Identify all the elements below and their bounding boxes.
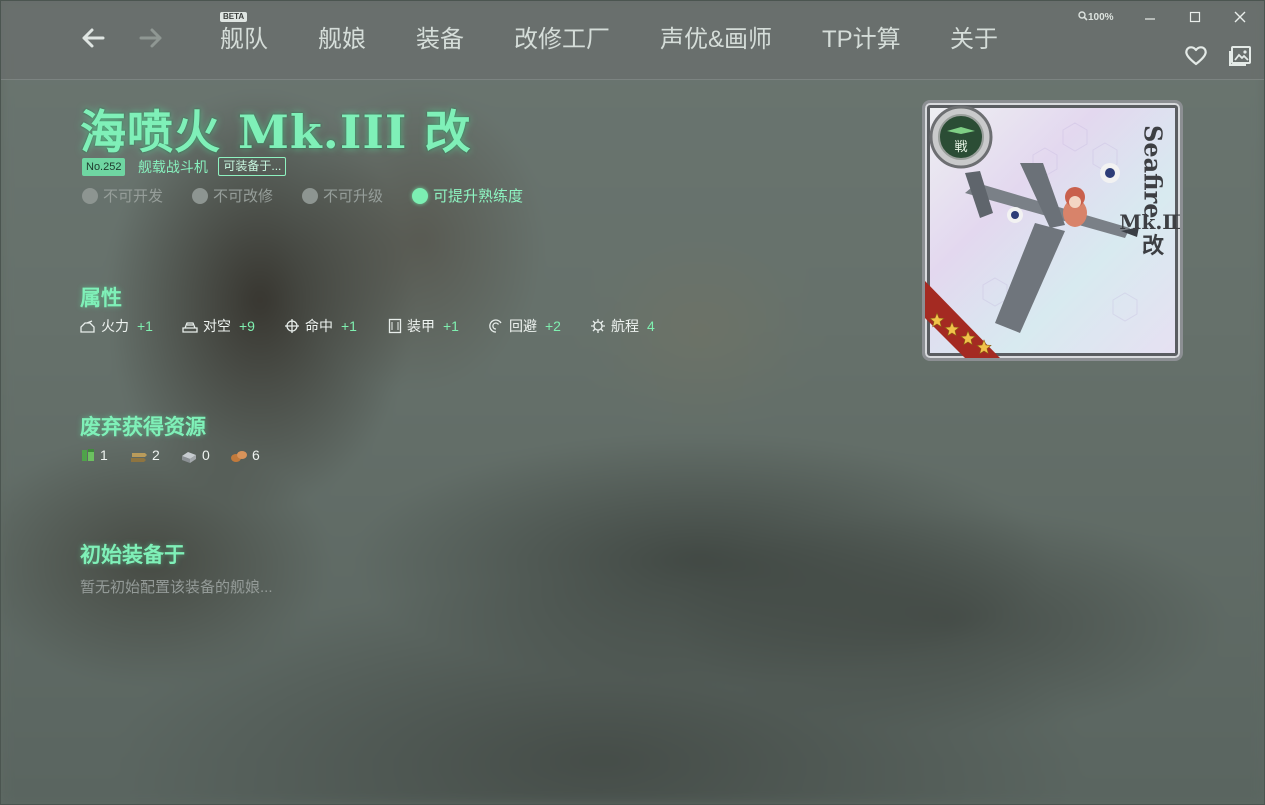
- window-frame: [0, 0, 1265, 805]
